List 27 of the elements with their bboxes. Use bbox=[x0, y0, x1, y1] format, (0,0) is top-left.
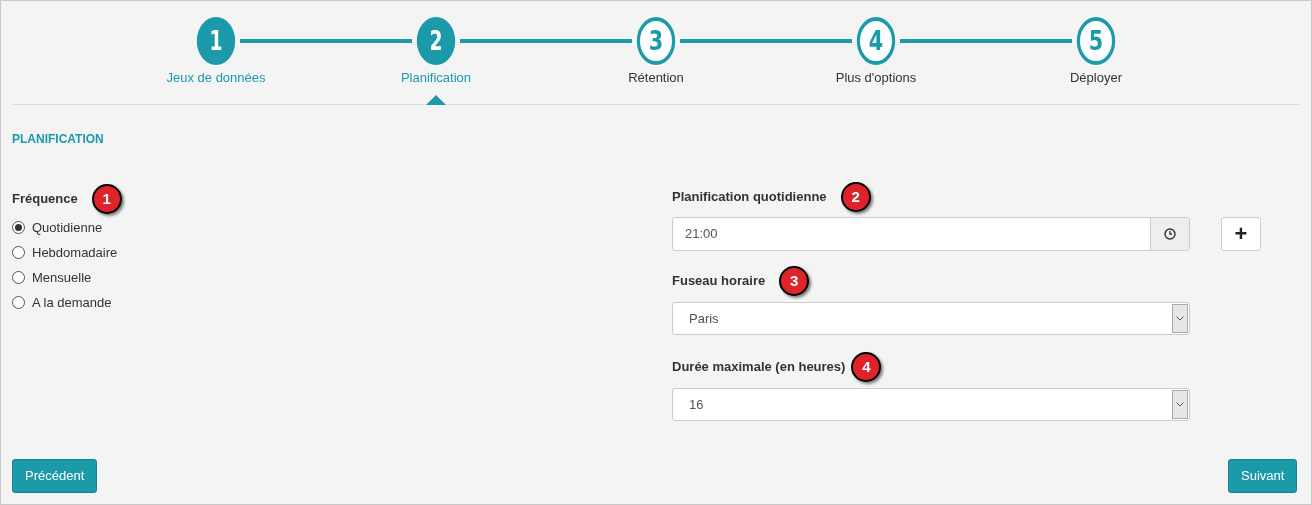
dropdown[interactable]: Paris bbox=[672, 302, 1190, 335]
radio-button[interactable] bbox=[12, 246, 25, 259]
step-label[interactable]: Plus d'options bbox=[776, 68, 976, 88]
radio-label[interactable]: Mensuelle bbox=[32, 267, 92, 288]
step-label[interactable]: Déployer bbox=[996, 68, 1196, 88]
callout-badge: 1 bbox=[91, 184, 122, 214]
add-button[interactable]: + bbox=[1221, 217, 1261, 251]
callout-badge: 3 bbox=[779, 266, 810, 296]
radio-label[interactable]: A la demande bbox=[32, 292, 112, 313]
radio-button[interactable] bbox=[12, 296, 25, 309]
chevron-down-icon bbox=[1176, 316, 1184, 321]
field-label: Fréquence bbox=[12, 190, 78, 209]
field-label: Durée maximale (en heures) bbox=[672, 358, 846, 377]
radio-button[interactable] bbox=[12, 221, 25, 234]
radio-button[interactable] bbox=[12, 271, 25, 284]
chevron-down-icon bbox=[1176, 402, 1184, 407]
callout-badge: 2 bbox=[840, 182, 871, 212]
section-title: PLANIFICATION bbox=[12, 131, 104, 148]
radio-label[interactable]: Quotidienne bbox=[32, 217, 103, 238]
callout-badge: 4 bbox=[851, 352, 882, 382]
time-field[interactable]: 21:00 bbox=[672, 217, 1190, 251]
radio-label[interactable]: Hebdomadaire bbox=[32, 242, 118, 263]
clock-icon bbox=[1164, 228, 1176, 240]
step-label[interactable]: Rétention bbox=[556, 68, 756, 88]
dropdown[interactable]: 16 bbox=[672, 388, 1190, 421]
field-label: Planification quotidienne bbox=[672, 188, 827, 207]
field-label: Fuseau horaire bbox=[672, 272, 766, 291]
